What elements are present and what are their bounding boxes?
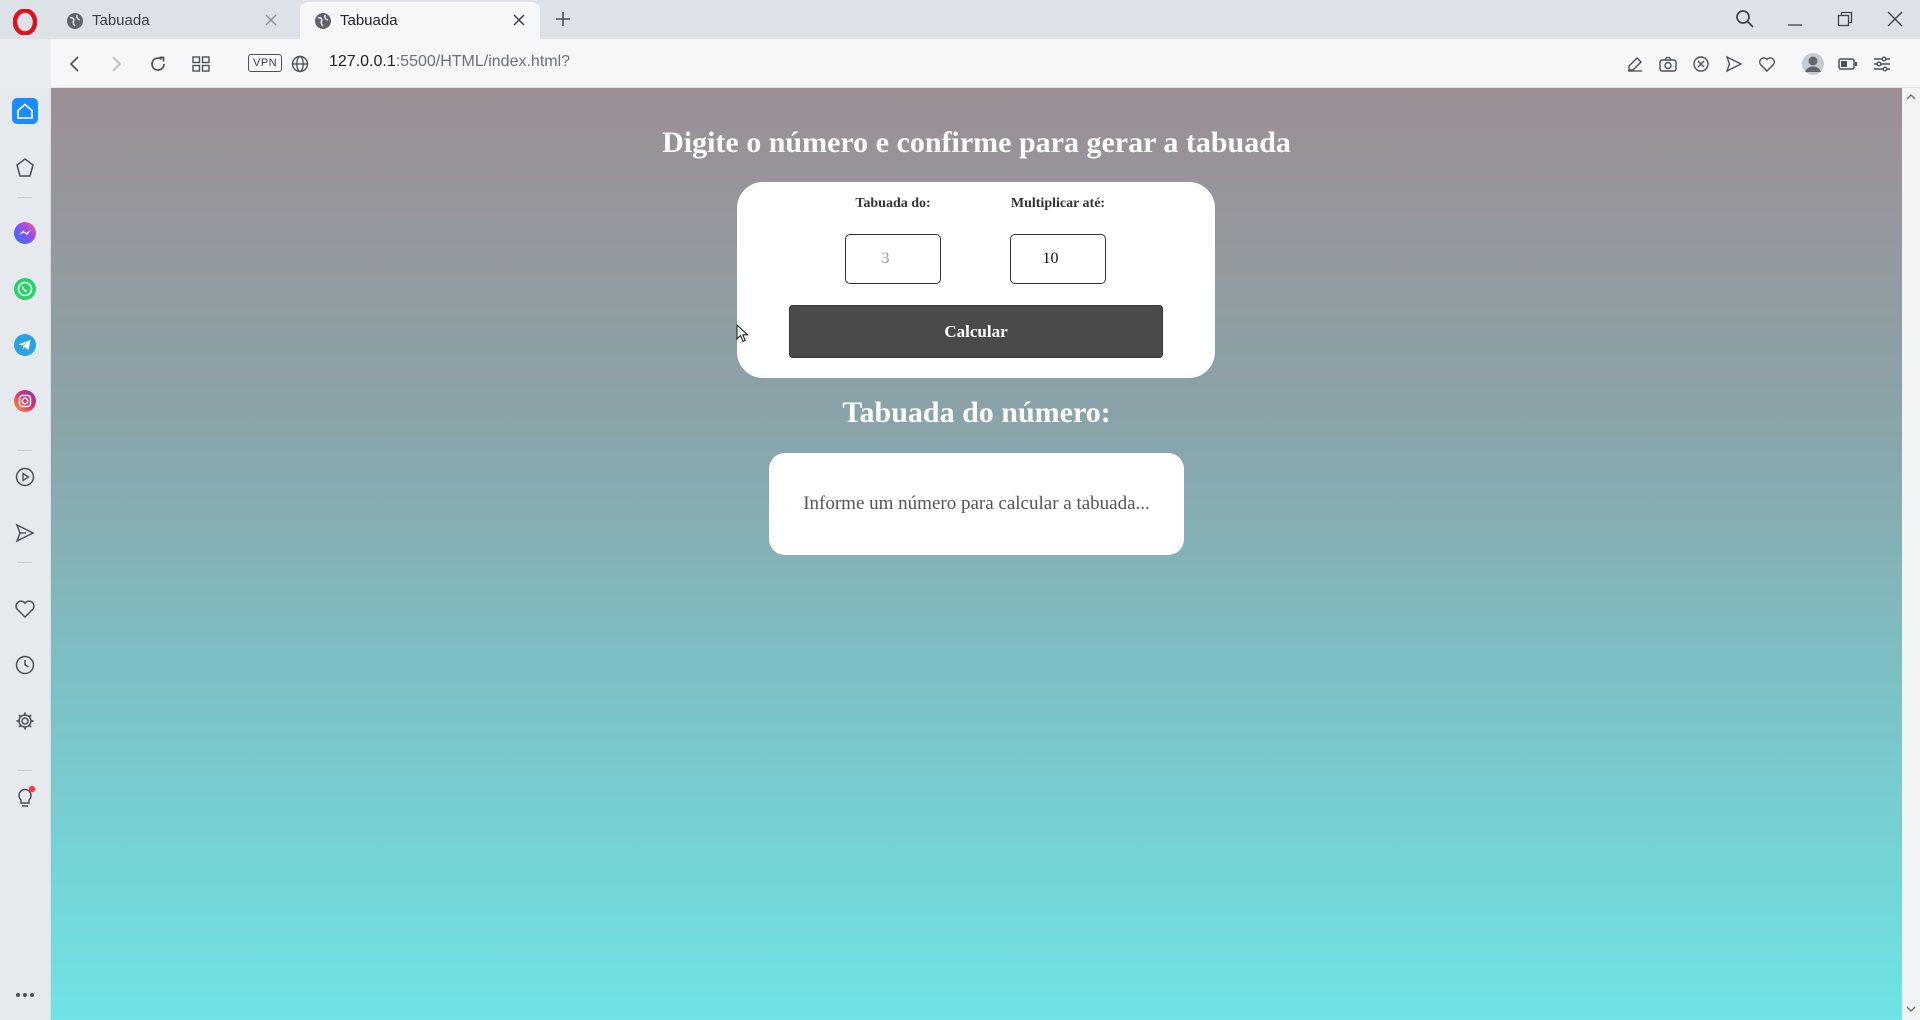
url-field[interactable]: 127.0.0.1:5500/HTML/index.html? (329, 53, 570, 71)
table-number-label: Tabuada do: (855, 196, 931, 211)
sidebar-separator (18, 197, 32, 198)
new-tab-plus-icon[interactable] (552, 8, 574, 30)
address-toolbar: VPN 127.0.0.1:5500/HTML/index.html? (51, 39, 1920, 88)
send-icon[interactable] (12, 520, 38, 546)
home-icon[interactable] (12, 98, 38, 124)
multiply-limit-label: Multiplicar até: (1010, 196, 1106, 211)
page-headline: Digite o número e confirme para gerar a … (662, 126, 1291, 159)
result-title: Tabuada do número: (842, 396, 1111, 429)
settings-icon[interactable] (12, 708, 38, 734)
calculate-button[interactable]: Calcular (789, 305, 1163, 358)
url-path: :5500/HTML/index.html? (395, 53, 571, 70)
vpn-badge[interactable]: VPN (248, 54, 283, 72)
opera-logo-icon[interactable] (12, 9, 38, 35)
player-icon[interactable] (12, 464, 38, 490)
window-close-icon[interactable] (1878, 6, 1912, 32)
url-host: 127.0.0.1 (329, 53, 396, 70)
tab-strip: Tabuada Tabuada (0, 0, 1920, 39)
mouse-cursor-icon (736, 324, 749, 343)
sidebar-separator (18, 562, 32, 563)
minimize-icon[interactable] (1778, 6, 1812, 32)
easy-setup-icon[interactable] (1869, 51, 1895, 77)
camera-icon[interactable] (1655, 51, 1681, 77)
tab-inactive[interactable]: Tabuada (52, 2, 292, 39)
whatsapp-icon[interactable] (12, 276, 38, 302)
tab-active[interactable]: Tabuada (300, 2, 540, 39)
back-icon[interactable] (62, 51, 88, 77)
more-icon[interactable] (12, 982, 38, 1008)
page-viewport: Digite o número e confirme para gerar a … (51, 88, 1902, 1020)
table-number-input[interactable] (845, 234, 941, 284)
tab-title: Tabuada (92, 12, 150, 29)
sidebar (0, 88, 51, 1020)
tabs-grid-icon[interactable] (188, 51, 214, 77)
restore-icon[interactable] (1828, 6, 1862, 32)
bookmarks-icon[interactable] (12, 155, 38, 181)
vertical-scrollbar[interactable] (1902, 88, 1920, 1020)
profile-avatar-icon[interactable] (1800, 51, 1826, 77)
close-icon[interactable] (510, 11, 528, 29)
history-icon[interactable] (12, 652, 38, 678)
tips-icon[interactable] (12, 784, 38, 810)
result-message: Informe um número para calcular a tabuad… (803, 493, 1150, 514)
scroll-up-icon[interactable] (1905, 91, 1917, 103)
scroll-down-icon[interactable] (1905, 1003, 1917, 1015)
heart-icon[interactable] (1754, 51, 1780, 77)
messenger-icon[interactable] (12, 220, 38, 246)
sidebar-separator (18, 450, 32, 451)
globe-icon (66, 12, 84, 30)
site-globe-icon[interactable] (287, 51, 313, 77)
battery-saver-icon[interactable] (1835, 51, 1861, 77)
snapshot-edit-icon[interactable] (1622, 51, 1648, 77)
search-icon[interactable] (1728, 6, 1762, 32)
globe-icon (314, 12, 332, 30)
close-icon[interactable] (262, 11, 280, 29)
telegram-icon[interactable] (12, 332, 38, 358)
multiply-limit-input[interactable] (1010, 234, 1106, 284)
adblock-icon[interactable] (1688, 51, 1714, 77)
reload-icon[interactable] (145, 51, 171, 77)
instagram-icon[interactable] (12, 388, 38, 414)
tab-title: Tabuada (340, 12, 398, 29)
heart-icon[interactable] (12, 596, 38, 622)
result-card: Informe um número para calcular a tabuad… (769, 453, 1184, 555)
forward-icon[interactable] (103, 51, 129, 77)
sidebar-separator (18, 770, 32, 771)
flow-send-icon[interactable] (1721, 51, 1747, 77)
